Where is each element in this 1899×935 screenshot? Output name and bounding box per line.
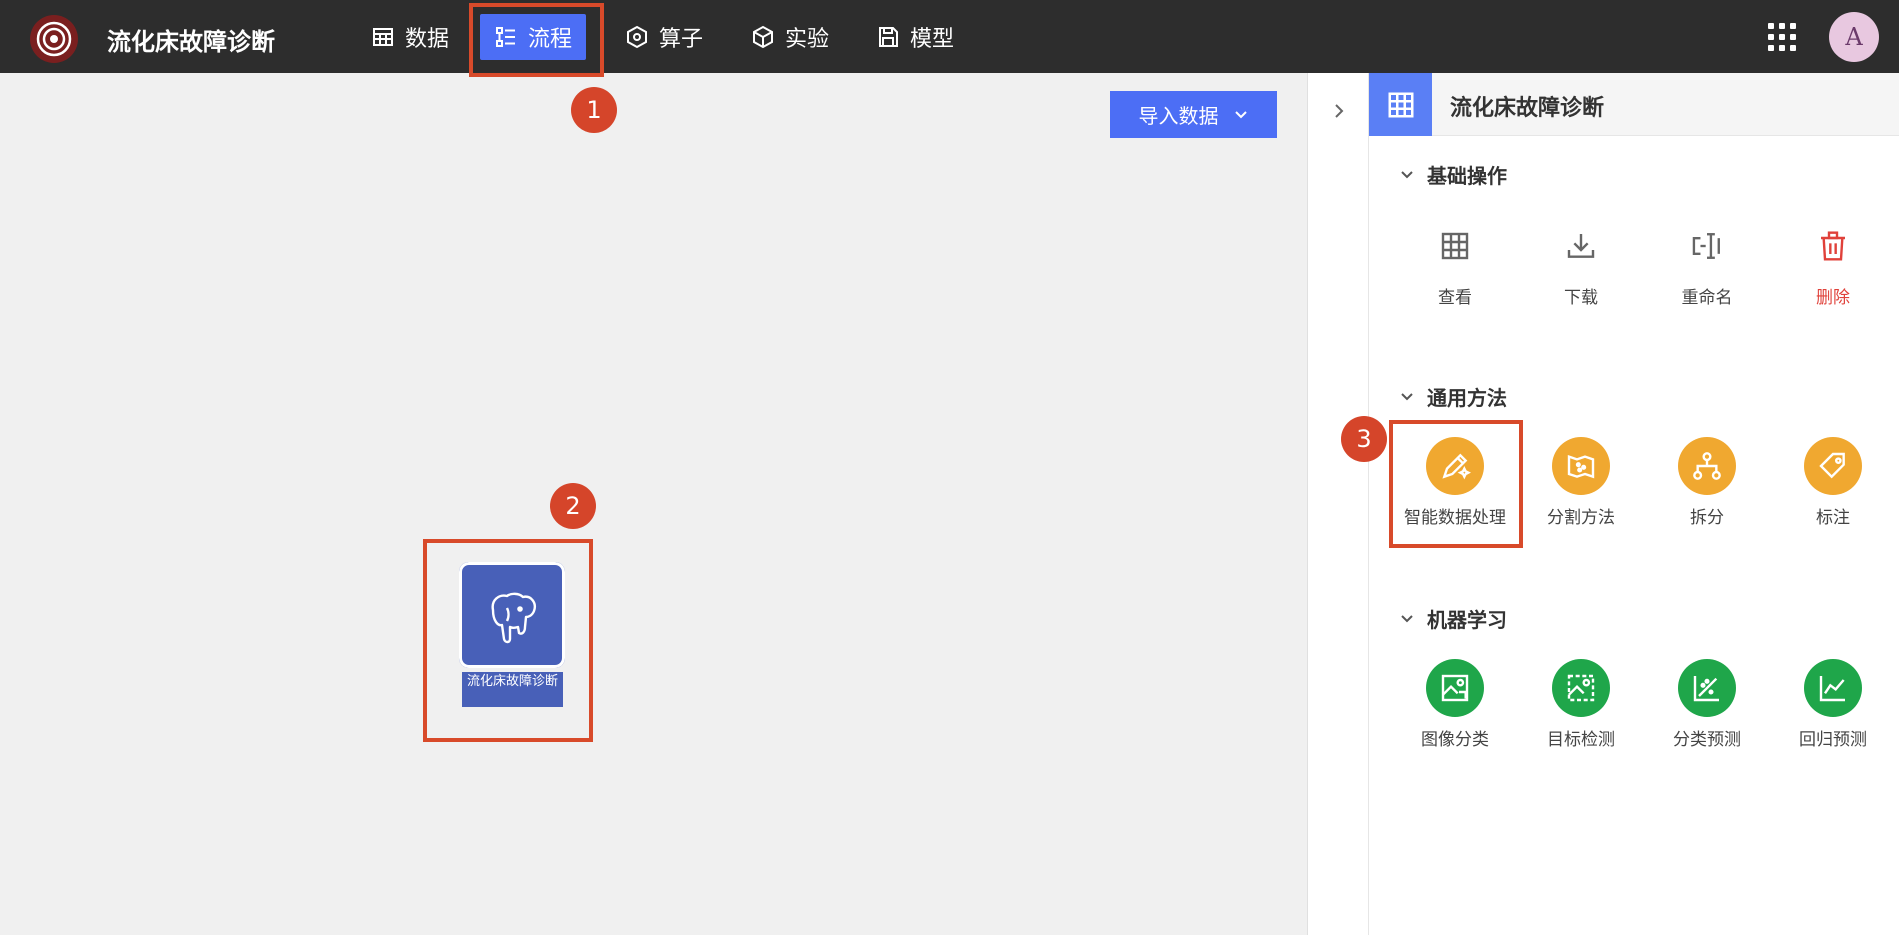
panel-header: 流化床故障诊断 — [1369, 73, 1899, 136]
nav-data-label: 数据 — [405, 27, 450, 52]
hexagon-icon — [627, 25, 647, 49]
tool-view[interactable]: 查看 — [1392, 217, 1518, 308]
object-detect-icon — [1552, 659, 1610, 717]
callout-box-1 — [469, 3, 604, 77]
tag-icon — [1804, 437, 1862, 495]
tool-regression-prediction-label: 回归预测 — [1799, 730, 1867, 750]
section-general-methods[interactable]: 通用方法 — [1399, 382, 1507, 411]
postgresql-elephant-icon — [491, 592, 536, 644]
tool-download-label: 下载 — [1564, 288, 1598, 308]
app-logo[interactable] — [30, 15, 78, 63]
nav-model-label: 模型 — [910, 27, 955, 52]
flow-node-label: 流化床故障诊断 — [462, 672, 563, 707]
tool-delete-label: 删除 — [1816, 288, 1850, 308]
line-chart-icon — [1804, 659, 1862, 717]
tool-split-label: 拆分 — [1690, 508, 1724, 528]
tool-segmentation[interactable]: 分割方法 — [1518, 437, 1644, 528]
callout-number-2: 2 — [550, 483, 596, 529]
cube-icon — [753, 25, 773, 49]
rename-icon — [1678, 217, 1736, 275]
nav-experiment-label: 实验 — [785, 27, 830, 52]
chevron-right-icon[interactable] — [1330, 102, 1348, 120]
panel-title: 流化床故障诊断 — [1450, 96, 1605, 121]
tool-segmentation-label: 分割方法 — [1547, 508, 1615, 528]
download-icon — [1552, 217, 1610, 275]
section-basic-ops[interactable]: 基础操作 — [1399, 160, 1507, 189]
nav-experiment[interactable]: 实验 — [737, 14, 843, 60]
import-data-label: 导入数据 — [1138, 104, 1219, 128]
callout-number-3: 3 — [1341, 416, 1387, 462]
tool-annotate[interactable]: 标注 — [1770, 437, 1896, 528]
section-machine-learning[interactable]: 机器学习 — [1399, 604, 1507, 633]
split-map-icon — [1552, 437, 1610, 495]
chevron-down-icon — [1401, 614, 1413, 622]
trash-icon — [1804, 217, 1862, 275]
tool-regression-prediction[interactable]: 回归预测 — [1770, 659, 1896, 750]
chevron-down-icon — [1234, 110, 1247, 118]
tool-object-detection[interactable]: 目标检测 — [1518, 659, 1644, 750]
import-data-button[interactable]: 导入数据 — [1110, 91, 1277, 138]
tool-view-label: 查看 — [1438, 288, 1472, 308]
chevron-down-icon — [1401, 170, 1413, 178]
save-icon — [879, 27, 898, 47]
avatar[interactable]: A — [1829, 12, 1879, 62]
flow-node[interactable] — [459, 562, 565, 668]
tool-annotate-label: 标注 — [1816, 508, 1850, 528]
tool-download[interactable]: 下载 — [1518, 217, 1644, 308]
section-machine-learning-label: 机器学习 — [1427, 608, 1507, 632]
table-icon — [1426, 217, 1484, 275]
hierarchy-icon — [1678, 437, 1736, 495]
top-bar: 流化床故障诊断 数据 流程 算子 实验 模型 A — [0, 0, 1899, 73]
app-title: 流化床故障诊断 — [107, 28, 275, 56]
callout-number-1: 1 — [571, 87, 617, 133]
tool-image-classification[interactable]: 图像分类 — [1392, 659, 1518, 750]
chevron-down-icon — [1401, 392, 1413, 400]
section-general-methods-label: 通用方法 — [1427, 386, 1507, 410]
callout-box-3 — [1389, 420, 1523, 548]
table-icon — [1369, 73, 1432, 136]
nav-operator[interactable]: 算子 — [611, 14, 717, 60]
image-classify-icon — [1426, 659, 1484, 717]
panel-collapse-strip — [1307, 73, 1369, 935]
tool-object-detection-label: 目标检测 — [1547, 730, 1615, 750]
tool-rename-label: 重命名 — [1681, 288, 1733, 308]
nav-operator-label: 算子 — [659, 27, 704, 52]
apps-grid-icon[interactable] — [1768, 23, 1796, 51]
tool-delete[interactable]: 删除 — [1770, 217, 1896, 308]
nav-data[interactable]: 数据 — [357, 14, 463, 60]
tool-classification-prediction[interactable]: 分类预测 — [1644, 659, 1770, 750]
tool-rename[interactable]: 重命名 — [1644, 217, 1770, 308]
scatter-predict-icon — [1678, 659, 1736, 717]
section-basic-ops-label: 基础操作 — [1427, 164, 1507, 188]
nav-model[interactable]: 模型 — [862, 14, 968, 60]
tool-split[interactable]: 拆分 — [1644, 437, 1770, 528]
tool-classification-prediction-label: 分类预测 — [1673, 730, 1741, 750]
table-icon — [373, 28, 393, 46]
tool-image-classification-label: 图像分类 — [1421, 730, 1489, 750]
